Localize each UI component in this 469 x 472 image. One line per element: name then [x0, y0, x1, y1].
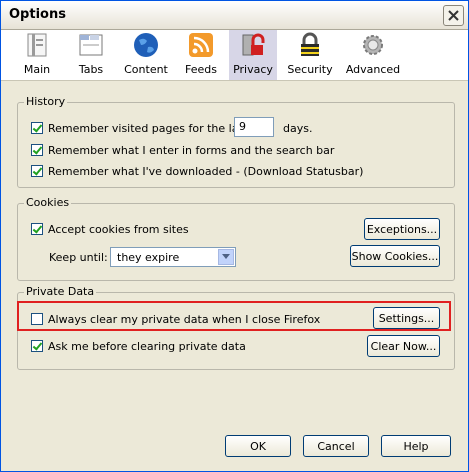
remember-visited-checkbox[interactable] — [31, 122, 43, 134]
keep-until-select[interactable]: they expire — [110, 247, 236, 267]
exceptions-button[interactable]: Exceptions... — [364, 218, 440, 240]
title-bar[interactable]: Options — [1, 1, 468, 30]
settings-button[interactable]: Settings... — [373, 307, 440, 329]
remember-downloads-checkbox[interactable] — [31, 165, 43, 177]
tab-tabs-label: Tabs — [78, 63, 104, 76]
help-button[interactable]: Help — [381, 435, 451, 457]
keep-until-label: Keep until: — [49, 251, 108, 264]
feeds-icon — [187, 31, 215, 59]
close-button[interactable] — [443, 5, 464, 26]
ask-before-clearing-label: Ask me before clearing private data — [48, 340, 246, 353]
tab-security-label: Security — [287, 63, 333, 76]
accept-cookies-checkbox[interactable] — [31, 223, 43, 235]
remember-visited-label: Remember visited pages for the last — [48, 122, 249, 135]
security-padlock-icon — [296, 31, 324, 59]
tab-tabs[interactable]: Tabs — [69, 30, 113, 80]
remember-forms-checkbox[interactable] — [31, 144, 43, 156]
advanced-gear-icon — [359, 31, 387, 59]
remember-forms-label: Remember what I enter in forms and the s… — [48, 144, 335, 157]
always-clear-checkbox[interactable] — [31, 313, 43, 325]
tab-advanced[interactable]: Advanced — [345, 30, 401, 80]
show-cookies-button[interactable]: Show Cookies... — [350, 245, 440, 267]
private-data-group-title: Private Data — [24, 285, 97, 298]
options-dialog: Options Main Tabs Content Feeds Privacy … — [0, 0, 469, 472]
chevron-down-icon[interactable] — [218, 249, 234, 265]
history-group-title: History — [24, 95, 68, 108]
tab-feeds[interactable]: Feeds — [179, 30, 223, 80]
close-icon — [448, 10, 459, 21]
tab-privacy[interactable]: Privacy — [229, 30, 277, 80]
keep-until-value: they expire — [117, 251, 180, 264]
cookies-group: Cookies — [17, 196, 455, 281]
accept-cookies-label: Accept cookies from sites — [48, 223, 189, 236]
main-icon — [23, 31, 51, 59]
always-clear-label: Always clear my private data when I clos… — [48, 313, 321, 326]
ask-before-clearing-checkbox[interactable] — [31, 340, 43, 352]
content-globe-icon — [132, 31, 160, 59]
cancel-button[interactable]: Cancel — [303, 435, 369, 457]
ok-button[interactable]: OK — [225, 435, 291, 457]
window-title: Options — [9, 7, 66, 22]
tab-advanced-label: Advanced — [345, 63, 401, 76]
tab-content-label: Content — [124, 63, 168, 76]
preferences-toolbar: Main Tabs Content Feeds Privacy Security… — [1, 30, 468, 81]
clear-now-button[interactable]: Clear Now... — [367, 335, 440, 357]
tab-content[interactable]: Content — [121, 30, 171, 80]
days-input[interactable]: 9 — [234, 117, 274, 137]
tab-feeds-label: Feeds — [185, 63, 217, 76]
privacy-lock-icon — [239, 31, 267, 59]
cookies-group-title: Cookies — [24, 196, 72, 209]
tab-privacy-label: Privacy — [233, 63, 273, 76]
remember-downloads-label: Remember what I've downloaded - (Downloa… — [48, 165, 364, 178]
tab-main-label: Main — [23, 63, 51, 76]
tabs-icon — [77, 31, 105, 59]
days-suffix-label: days. — [283, 122, 313, 135]
tab-main[interactable]: Main — [15, 30, 59, 80]
tab-security[interactable]: Security — [283, 30, 337, 80]
